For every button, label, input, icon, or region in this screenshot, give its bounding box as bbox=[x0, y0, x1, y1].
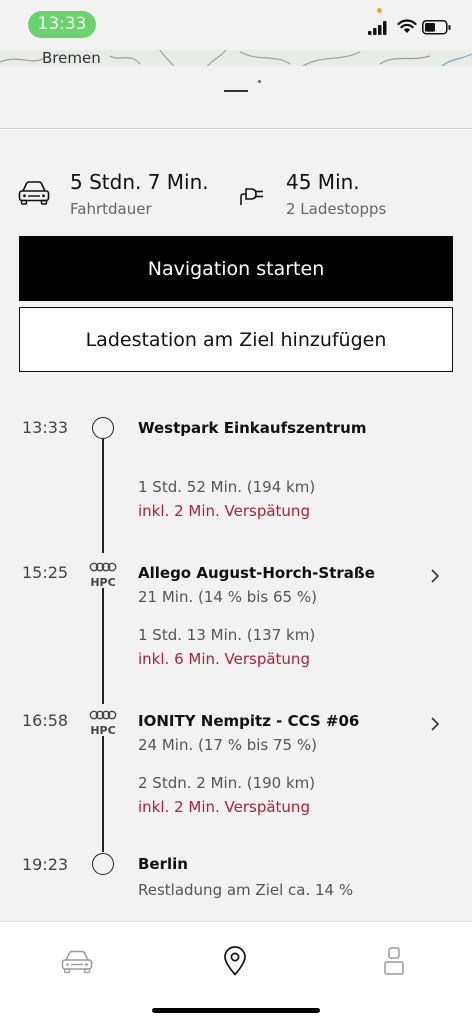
add-charging-station-button[interactable]: Ladestation am Ziel hinzufügen bbox=[19, 307, 453, 372]
car-icon bbox=[18, 181, 50, 205]
home-indicator[interactable] bbox=[152, 1008, 320, 1013]
trip-duration-value: 5 Stdn. 7 Min. bbox=[70, 170, 209, 194]
stop-time: 19:23 bbox=[22, 855, 69, 874]
hpc-label: HPC bbox=[90, 576, 116, 589]
route-sheet: 5 Stdn. 7 Min. Fahrtdauer 45 Min. 2 Lade… bbox=[0, 66, 472, 922]
start-marker-icon bbox=[92, 417, 114, 439]
stop-charge-info: Restladung am Ziel ca. 14 % bbox=[138, 881, 354, 899]
leg-delay-info: inkl. 2 Min. Verspätung bbox=[138, 798, 310, 816]
car-icon[interactable] bbox=[61, 950, 93, 974]
stop-name: IONITY Nempitz - CCS #06 bbox=[138, 712, 360, 730]
sheet-handle-dot bbox=[258, 80, 261, 83]
privacy-indicator-dot bbox=[377, 8, 382, 13]
stop-charge-info: 21 Min. (14 % bis 65 %) bbox=[138, 588, 317, 606]
charging-plug-icon bbox=[240, 188, 263, 205]
leg-drive-info: 1 Std. 52 Min. (194 km) bbox=[138, 478, 316, 496]
stop-time: 13:33 bbox=[22, 418, 69, 437]
chevron-right-icon[interactable] bbox=[430, 568, 440, 584]
charging-stops-label: 2 Ladestopps bbox=[286, 200, 387, 218]
leg-delay-info: inkl. 6 Min. Verspätung bbox=[138, 650, 310, 668]
map-city-label: Bremen bbox=[42, 50, 101, 67]
route-line-segment-2 bbox=[102, 588, 104, 704]
leg-drive-info: 1 Std. 13 Min. (137 km) bbox=[138, 626, 316, 644]
charging-duration-value: 45 Min. bbox=[286, 170, 360, 194]
profile-icon[interactable] bbox=[383, 947, 405, 975]
trip-duration-label: Fahrtdauer bbox=[70, 200, 152, 218]
hpc-label: HPC bbox=[90, 724, 116, 737]
route-line-segment-3 bbox=[102, 736, 104, 852]
map-pin-icon[interactable] bbox=[223, 946, 247, 976]
four-rings-icon bbox=[89, 710, 117, 720]
stop-time: 15:25 bbox=[22, 563, 69, 582]
start-navigation-button[interactable]: Navigation starten bbox=[19, 236, 453, 301]
stop-name: Berlin bbox=[138, 855, 188, 873]
stop-name: Westpark Einkaufszentrum bbox=[138, 419, 367, 437]
sheet-divider bbox=[0, 128, 472, 129]
wifi-icon bbox=[397, 19, 417, 33]
cellular-signal-icon bbox=[368, 21, 387, 35]
destination-marker-icon bbox=[92, 853, 114, 875]
bottom-navigation bbox=[0, 921, 472, 1024]
four-rings-icon bbox=[89, 562, 117, 572]
stop-charge-info: 24 Min. (17 % bis 75 %) bbox=[138, 736, 317, 754]
leg-delay-info: inkl. 2 Min. Verspätung bbox=[138, 502, 310, 520]
status-bar: 13:33 bbox=[0, 0, 472, 56]
route-line-segment-1 bbox=[102, 438, 104, 553]
status-time[interactable]: 13:33 bbox=[28, 11, 96, 38]
stop-name: Allego August-Horch-Straße bbox=[138, 564, 375, 582]
chevron-right-icon[interactable] bbox=[430, 716, 440, 732]
stop-time: 16:58 bbox=[22, 711, 69, 730]
leg-drive-info: 2 Stdn. 2 Min. (190 km) bbox=[138, 774, 316, 792]
battery-icon bbox=[422, 20, 451, 35]
sheet-drag-handle[interactable] bbox=[224, 90, 248, 92]
hpc-charger-icon: HPC bbox=[86, 705, 120, 737]
hpc-charger-icon: HPC bbox=[86, 557, 120, 589]
